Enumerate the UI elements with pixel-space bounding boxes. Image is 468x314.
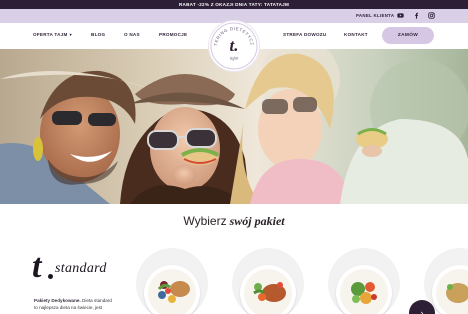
hero-photo	[0, 49, 468, 204]
package-logo: t standard	[32, 250, 117, 286]
package-description: Pakiety Dedykowane. Dieta standard to na…	[34, 297, 114, 311]
hero-image	[0, 49, 468, 204]
meal-card[interactable]	[232, 248, 304, 314]
meal-plate-image	[240, 265, 296, 314]
logo-emblem: CATERING DIETETYCZNY t. tajm	[209, 21, 258, 70]
facebook-icon[interactable]	[413, 12, 420, 19]
nav-item-label: STREFA DOWOZU	[283, 32, 327, 37]
package-logo-word: standard	[55, 261, 107, 276]
meal-card[interactable]	[328, 248, 400, 314]
meal-plate-image	[432, 265, 468, 314]
package-logo-dot	[48, 274, 53, 279]
section-title-italic: swój pakiet	[229, 214, 285, 228]
nav-item-blog[interactable]: BLOG	[91, 32, 105, 37]
page: RABAT -22% Z OKAZJI DNIA TATY: TATATAJM …	[0, 0, 468, 314]
chevron-down-icon: ▾	[69, 32, 72, 37]
promo-text[interactable]: RABAT -22% Z OKAZJI DNIA TATY: TATATAJM	[179, 2, 289, 7]
logo-bottom-text: tajm	[229, 56, 239, 62]
youtube-icon[interactable]	[397, 12, 404, 19]
nav-item-promocje[interactable]: PROMOCJE	[159, 32, 187, 37]
meal-plate-image	[336, 265, 392, 314]
nav-item-kontakt[interactable]: KONTAKT	[344, 32, 368, 37]
instagram-icon[interactable]	[428, 12, 435, 19]
section-title-regular: Wybierz	[183, 214, 227, 228]
logo-mark: t.	[230, 36, 239, 55]
meal-card[interactable]	[136, 248, 208, 314]
nav-item-label: BLOG	[91, 32, 106, 37]
nav-item-label: OFERTA TAJM	[33, 32, 68, 37]
nav-item-o-nas[interactable]: O NAS	[124, 32, 140, 37]
nav-item-oferta[interactable]: OFERTA TAJM ▾	[33, 32, 72, 37]
order-button[interactable]: ZAMÓW	[382, 27, 434, 44]
section-title: Wybierz swój pakiet	[0, 214, 468, 229]
meal-plate-image	[144, 265, 200, 314]
package-desc-bold: Pakiety Dedykowane.	[34, 298, 81, 303]
package-logo-mark: t	[32, 248, 42, 285]
nav-item-label: O NAS	[124, 32, 140, 37]
chevron-right-icon: ›	[420, 308, 424, 314]
client-panel-link[interactable]: PANEL KLIENTA	[356, 13, 394, 18]
nav-item-label: KONTAKT	[344, 32, 368, 37]
nav-item-label: PROMOCJE	[159, 32, 188, 37]
promo-bar[interactable]: RABAT -22% Z OKAZJI DNIA TATY: TATATAJM	[0, 0, 468, 9]
nav-item-strefa-dowozu[interactable]: STREFA DOWOZU	[283, 32, 326, 37]
brand-logo[interactable]: CATERING DIETETYCZNY t. tajm	[209, 21, 259, 71]
